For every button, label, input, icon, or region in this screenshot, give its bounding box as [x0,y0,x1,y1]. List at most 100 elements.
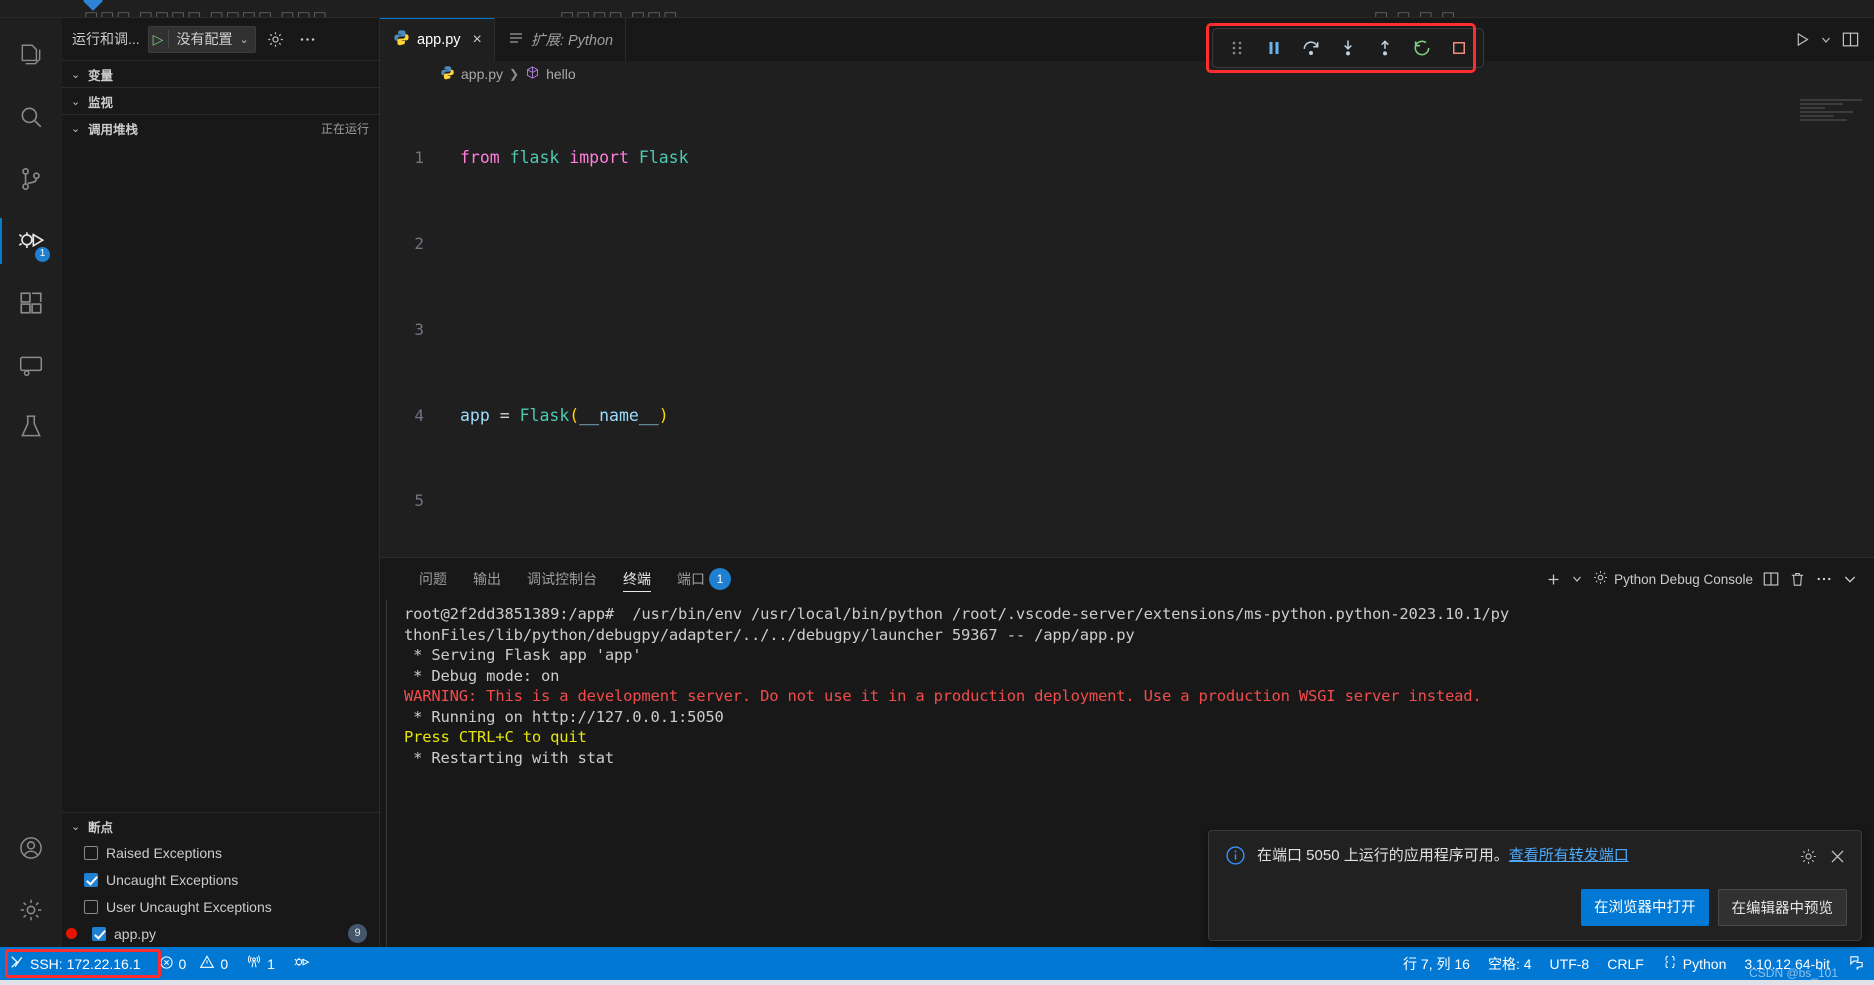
list-item[interactable]: Raised Exceptions [62,839,379,866]
notification-link[interactable]: 查看所有转发端口 [1509,847,1629,864]
notification-buttons: 在浏览器中打开 在编辑器中预览 [1225,871,1847,940]
preview-in-editor-button[interactable]: 在编辑器中预览 [1717,889,1847,926]
manage-settings-button[interactable] [0,879,62,941]
tab-ports[interactable]: 端口 1 [664,558,744,600]
restart-button[interactable] [1406,33,1438,63]
tab-app-py[interactable]: app.py × [380,18,495,61]
accounts-button[interactable] [0,817,62,879]
sidebar-item-testing[interactable] [0,396,62,458]
chevron-down-icon[interactable] [1818,28,1834,52]
problems-errors[interactable]: 0 0 [150,947,238,980]
section-header-watch[interactable]: ⌄ 监视 [62,88,379,114]
list-item[interactable]: User Uncaught Exceptions [62,893,379,920]
tab-output[interactable]: 输出 [460,558,514,600]
tab-debug-console[interactable]: 调试控制台 [514,558,610,600]
python-file-icon [440,65,455,83]
error-icon [159,955,174,973]
language-mode-label: Python [1682,955,1727,972]
section-header-breakpoints[interactable]: ⌄ 断点 [62,813,379,839]
window-bottom-edge [0,980,1874,985]
sidebar-more-actions[interactable] [296,27,320,51]
list-item[interactable]: Uncaught Exceptions [62,866,379,893]
encoding-item[interactable]: UTF-8 [1541,947,1599,980]
cursor-position-item[interactable]: 行 7, 列 16 [1394,947,1479,980]
ports-indicator[interactable]: 1 [237,947,284,980]
code-editor[interactable]: 1 from flask import Flask 2 3 4 app = Flas… [380,87,1874,557]
terminal-line: thonFiles/lib/python/debugpy/adapter/../… [404,625,1135,644]
code-line: 2 [380,230,1874,259]
split-terminal-button[interactable] [1762,570,1780,588]
play-icon[interactable]: ▷ [153,32,164,46]
minimap[interactable] [1800,99,1862,131]
hide-panel-button[interactable] [1842,571,1858,587]
breakpoint-checkbox[interactable] [84,899,98,914]
tab-problems[interactable]: 问题 [406,558,460,600]
breadcrumb-symbol[interactable]: hello [546,66,576,82]
step-over-button[interactable] [1295,33,1327,63]
breakpoint-checkbox[interactable] [84,872,98,887]
terminal-line-notice: Press CTRL+C to quit [404,728,587,746]
chevron-down-icon[interactable]: ⌄ [239,33,252,46]
language-mode-item[interactable]: Python [1653,947,1736,980]
terminal-more-button[interactable] [1815,570,1833,588]
gear-icon[interactable] [1799,847,1818,871]
list-item[interactable]: app.py 9 [62,920,379,947]
kill-terminal-button[interactable] [1789,571,1806,588]
terminal-profiles-button[interactable] [1571,573,1583,585]
menubar-ghost-left: ▭▭▭ ▭▭▭▭ ▭▭▭▭ ▭▭▭ [84,6,329,17]
section-header-callstack[interactable]: ⌄ 调用堆栈 正在运行 [62,115,379,141]
tab-terminal[interactable]: 终端 [610,558,664,600]
debug-toolbar[interactable] [1212,28,1484,68]
sidebar-item-remote-explorer[interactable] [0,334,62,396]
feedback-icon [1848,954,1865,974]
breakpoint-line-badge: 9 [348,924,367,943]
chevron-down-icon: ⌄ [71,68,81,81]
step-out-button[interactable] [1369,33,1401,63]
tab-label: 输出 [473,571,501,587]
line-number: 4 [414,405,424,425]
callstack-tree[interactable] [62,141,379,812]
sidebar-item-run-and-debug[interactable]: 1 [0,210,62,272]
tab-extension-python[interactable]: 扩展: Python [494,18,627,61]
code-line: 4 app = Flask(__name__) [380,402,1874,431]
stop-button[interactable] [1443,33,1475,63]
sidebar-item-source-control[interactable] [0,148,62,210]
split-editor-icon[interactable] [1838,28,1862,52]
debug-config-selector[interactable]: ▷ 没有配置 ⌄ [147,25,256,53]
sidebar-item-search[interactable] [0,86,62,148]
breakpoint-checkbox[interactable] [84,845,98,860]
section-watch: ⌄ 监视 [62,87,379,114]
debug-status-indicator[interactable] [284,947,320,980]
feedback-button[interactable] [1839,947,1874,980]
sidebar-item-extensions[interactable] [0,272,62,334]
chevron-down-icon: ⌄ [71,95,81,108]
eol-item[interactable]: CRLF [1598,947,1653,980]
debug-sidebar: 运行和调... ▷ 没有配置 ⌄ ⌄ 变量 ⌄ 监视 ⌄ 调用堆栈 正在运行 ⌄… [62,18,380,947]
breadcrumb-file[interactable]: app.py [461,66,503,82]
remote-explorer-icon [18,352,44,378]
open-launch-json-button[interactable] [264,27,288,51]
terminal-name-item[interactable]: Python Debug Console [1592,569,1753,589]
info-icon [1225,845,1246,871]
open-in-browser-button[interactable]: 在浏览器中打开 [1581,889,1709,926]
activity-bar: 1 [0,18,62,947]
debug-console-icon [1592,569,1609,589]
run-python-file-button[interactable] [1790,28,1814,52]
close-icon[interactable] [1828,847,1847,871]
sidebar-item-explorer[interactable] [0,24,62,86]
editor-tabs: app.py × 扩展: Python [380,18,1874,73]
grabber-icon[interactable] [1221,33,1253,63]
pause-button[interactable] [1258,33,1290,63]
remote-indicator[interactable]: SSH: 172.22.16.1 [0,947,150,980]
section-header-variables[interactable]: ⌄ 变量 [62,61,379,87]
step-into-button[interactable] [1332,33,1364,63]
indentation-item[interactable]: 空格: 4 [1479,947,1541,980]
new-terminal-button[interactable] [1545,571,1562,588]
editor-group: app.py × 扩展: Python app.py ❯ hello 1 fro… [380,18,1874,947]
section-breakpoints: ⌄ 断点 Raised Exceptions Uncaught Exceptio… [62,812,379,947]
breakpoint-checkbox[interactable] [92,926,106,941]
code-content[interactable]: 1 from flask import Flask 2 3 4 app = Flas… [380,87,1874,557]
code-line: 5 [380,487,1874,516]
editor-actions [1790,18,1874,61]
close-icon[interactable]: × [473,31,482,48]
